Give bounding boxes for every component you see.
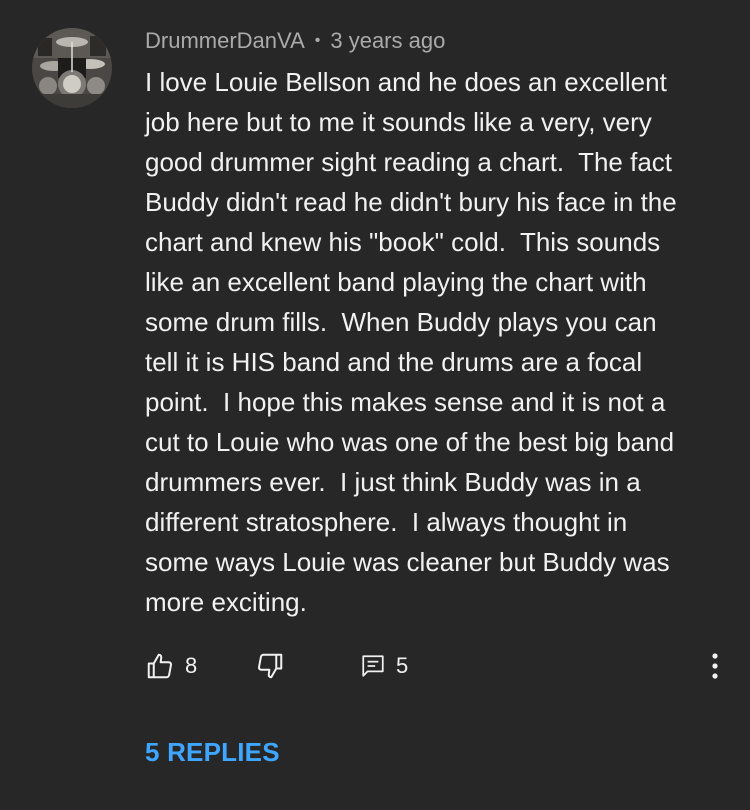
- dislike-button[interactable]: [255, 646, 285, 686]
- author-avatar[interactable]: [32, 28, 112, 108]
- like-button[interactable]: 8: [145, 646, 197, 686]
- more-vertical-icon: [712, 653, 718, 679]
- thumb-down-icon: [257, 653, 283, 679]
- comment-timestamp[interactable]: 3 years ago: [330, 28, 445, 54]
- like-count: 8: [185, 653, 198, 678]
- separator-dot: •: [314, 32, 321, 49]
- comment-actions: 8 5: [145, 646, 735, 686]
- comment-header: DrummerDanVA • 3 years ago: [145, 26, 445, 56]
- comment-icon: [362, 655, 384, 677]
- author-name[interactable]: DrummerDanVA: [145, 28, 305, 54]
- reply-button[interactable]: 5: [360, 646, 408, 686]
- more-options-button[interactable]: [695, 646, 735, 686]
- view-replies-button[interactable]: 5 REPLIES: [145, 732, 280, 772]
- reply-count: 5: [396, 653, 409, 678]
- avatar-image: [32, 28, 112, 108]
- comment-text: I love Louie Bellson and he does an exce…: [145, 67, 677, 617]
- thumb-up-icon: [147, 653, 173, 679]
